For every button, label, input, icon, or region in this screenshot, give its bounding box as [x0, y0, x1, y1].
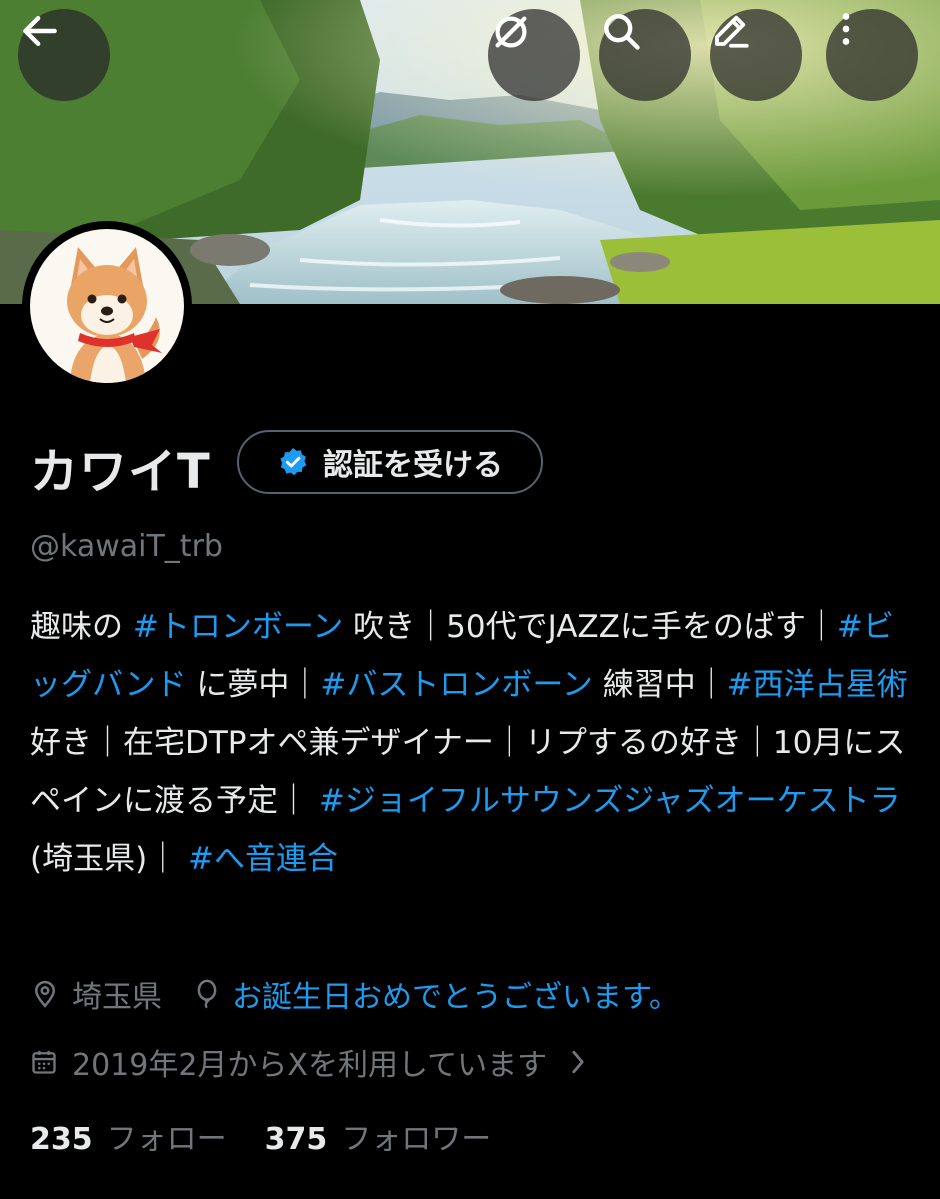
edit-button[interactable]	[710, 9, 802, 101]
following-label: フォロー	[106, 1122, 227, 1157]
bio-hashtag-link[interactable]: #ジョイフルサウンズジャズオーケストラ	[319, 783, 901, 819]
grok-button[interactable]	[488, 9, 580, 101]
meta-row-location-birthday: 埼玉県 お誕生日おめでとうございます。	[30, 972, 679, 1016]
bio: 趣味の #トロンボーン 吹き｜50代でJAZZに手をのばす｜#ビッグバンド に夢…	[30, 598, 915, 888]
bio-text: 吹き｜50代でJAZZに手をのばす｜	[343, 609, 837, 645]
followers-label: フォロワー	[341, 1122, 492, 1157]
balloon-icon	[194, 979, 220, 1009]
following-link[interactable]: 235 フォロー	[30, 1114, 227, 1158]
back-arrow-icon	[23, 15, 57, 47]
display-name: カワイT	[30, 444, 211, 500]
back-button[interactable]	[18, 9, 110, 101]
edit-icon	[715, 15, 749, 48]
bio-hashtag-link[interactable]: #へ音連合	[188, 841, 338, 877]
search-icon	[604, 14, 640, 50]
get-verified-label: 認証を受ける	[323, 448, 503, 483]
bio-text: に夢中｜	[186, 667, 321, 703]
bio-text: (埼玉県)｜	[30, 841, 189, 877]
location-pin-icon	[30, 979, 60, 1009]
following-count: 235	[30, 1122, 93, 1157]
more-button[interactable]	[826, 9, 918, 101]
followers-count: 375	[264, 1122, 328, 1157]
bio-hashtag-link[interactable]: #バストロンボーン	[320, 667, 592, 703]
grok-icon	[495, 16, 527, 48]
verified-badge-icon	[280, 448, 307, 476]
avatar-image	[30, 229, 184, 383]
birthday-link[interactable]: お誕生日おめでとうございます。	[232, 972, 679, 1016]
calendar-icon	[30, 1048, 58, 1076]
bio-hashtag-link[interactable]: #トロンボーン	[133, 609, 343, 645]
search-button[interactable]	[599, 9, 691, 101]
meta-row-joined[interactable]: 2019年2月からXを利用しています	[30, 1040, 587, 1084]
bio-text: 練習中｜	[592, 667, 727, 703]
location-text: 埼玉県	[72, 980, 162, 1015]
chevron-right-icon	[569, 1048, 587, 1076]
follow-stats: 235 フォロー 375 フォロワー	[30, 1114, 491, 1158]
followers-link[interactable]: 375 フォロワー	[265, 1114, 492, 1158]
joined-text: 2019年2月からXを利用しています	[72, 1048, 548, 1083]
bio-text: 趣味の	[30, 609, 133, 645]
avatar[interactable]	[22, 221, 192, 391]
user-handle: @kawaiT_trb	[30, 529, 223, 564]
bio-hashtag-link[interactable]: #西洋占星術	[727, 667, 908, 703]
more-vertical-icon	[842, 13, 850, 45]
get-verified-button[interactable]: 認証を受ける	[237, 430, 543, 494]
